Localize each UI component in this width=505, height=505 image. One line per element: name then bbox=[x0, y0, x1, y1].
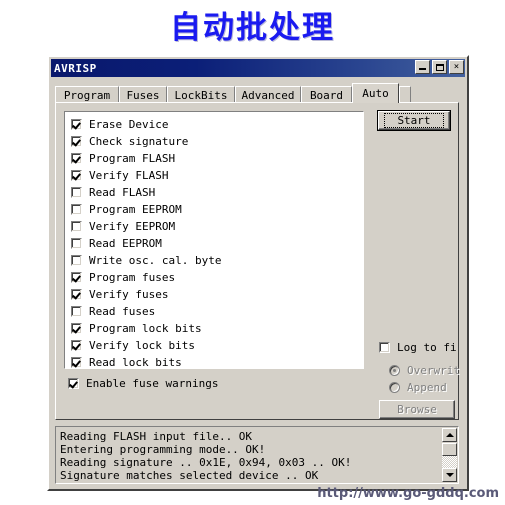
list-item[interactable]: Verify lock bits bbox=[71, 337, 363, 354]
list-item-label: Read fuses bbox=[89, 305, 156, 318]
list-item[interactable]: Read fuses bbox=[71, 303, 363, 320]
checkbox-icon[interactable] bbox=[71, 170, 82, 181]
list-item[interactable]: Read FLASH bbox=[71, 184, 363, 201]
list-item[interactable]: Verify EEPROM bbox=[71, 218, 363, 235]
avrisp-window: AVRISP × Program Fuses LockBits Advanced… bbox=[47, 55, 469, 491]
tab-advanced[interactable]: Advanced bbox=[235, 86, 301, 103]
list-item[interactable]: Verify FLASH bbox=[71, 167, 363, 184]
tab-label: Board bbox=[309, 88, 344, 102]
start-button[interactable]: Start bbox=[377, 110, 451, 131]
list-item[interactable]: Erase Device bbox=[71, 116, 363, 133]
checkbox-icon[interactable] bbox=[71, 289, 82, 300]
checkbox-icon[interactable] bbox=[71, 357, 82, 368]
list-item-label: Program fuses bbox=[89, 271, 176, 284]
list-item[interactable]: Program EEPROM bbox=[71, 201, 363, 218]
tab-program[interactable]: Program bbox=[55, 86, 119, 103]
tab-label: Auto bbox=[362, 87, 389, 100]
list-item-label: Erase Device bbox=[89, 118, 169, 131]
enable-fuse-warnings-label: Enable fuse warnings bbox=[86, 377, 219, 390]
chevron-down-icon bbox=[445, 473, 454, 477]
list-item-label: Program EEPROM bbox=[89, 203, 182, 216]
list-item[interactable]: Program fuses bbox=[71, 269, 363, 286]
scroll-up-button[interactable] bbox=[442, 428, 457, 442]
list-item[interactable]: Write osc. cal. byte bbox=[71, 252, 363, 269]
tab-label: Fuses bbox=[126, 88, 160, 102]
list-item-label: Verify EEPROM bbox=[89, 220, 176, 233]
tab-fuses[interactable]: Fuses bbox=[119, 86, 167, 103]
screenshot-root: 自动批处理 AVRISP × Program Fuses LockBits Ad… bbox=[0, 0, 505, 505]
list-item[interactable]: Check signature bbox=[71, 133, 363, 150]
tab-filler bbox=[399, 86, 411, 103]
list-item[interactable]: Program FLASH bbox=[71, 150, 363, 167]
scrollbar-track[interactable] bbox=[442, 456, 457, 468]
enable-fuse-warnings-checkbox[interactable]: Enable fuse warnings bbox=[68, 377, 218, 390]
radio-icon[interactable] bbox=[389, 365, 400, 376]
list-item-label: Read FLASH bbox=[89, 186, 156, 199]
list-item-label: Verify lock bits bbox=[89, 339, 195, 352]
log-output-panel: Reading FLASH input file.. OK Entering p… bbox=[55, 426, 459, 484]
list-item-label: Write osc. cal. byte bbox=[89, 254, 222, 267]
checkbox-icon[interactable] bbox=[379, 342, 390, 353]
close-icon: × bbox=[453, 61, 460, 72]
window-titlebar[interactable]: AVRISP × bbox=[51, 59, 465, 77]
start-button-label: Start bbox=[384, 113, 444, 128]
window-title-text: AVRISP bbox=[54, 61, 97, 75]
maximize-icon bbox=[435, 63, 444, 71]
list-item-label: Verify fuses bbox=[89, 288, 169, 301]
close-button[interactable]: × bbox=[449, 60, 464, 74]
list-item-label: Program FLASH bbox=[89, 152, 176, 165]
radio-icon[interactable] bbox=[389, 382, 400, 393]
list-item[interactable]: Read lock bits bbox=[71, 354, 363, 369]
log-output-text: Reading FLASH input file.. OK Entering p… bbox=[60, 430, 352, 482]
list-item-label: Check signature bbox=[89, 135, 189, 148]
checkbox-icon[interactable] bbox=[71, 187, 82, 198]
watermark: http://www.go-gddq.com bbox=[317, 486, 499, 501]
chevron-up-icon bbox=[445, 433, 454, 437]
list-item-label: Read lock bits bbox=[89, 356, 182, 369]
log-to-file-checkbox[interactable]: Log to fi bbox=[379, 341, 457, 354]
checkbox-icon[interactable] bbox=[71, 119, 82, 130]
log-to-file-label: Log to fi bbox=[397, 341, 457, 354]
list-item-label: Read EEPROM bbox=[89, 237, 162, 250]
list-item[interactable]: Read EEPROM bbox=[71, 235, 363, 252]
tab-lockbits[interactable]: LockBits bbox=[167, 86, 235, 103]
auto-tab-page: Erase Device Check signature Program FLA… bbox=[55, 102, 460, 420]
minimize-button[interactable] bbox=[415, 60, 430, 74]
scrollbar-thumb[interactable] bbox=[442, 443, 457, 456]
checkbox-icon[interactable] bbox=[71, 153, 82, 164]
checkbox-icon[interactable] bbox=[71, 323, 82, 334]
scroll-down-button[interactable] bbox=[442, 468, 457, 482]
tab-auto[interactable]: Auto bbox=[352, 83, 399, 103]
maximize-button[interactable] bbox=[432, 60, 447, 74]
checkbox-icon[interactable] bbox=[71, 272, 82, 283]
browse-button-label: Browse bbox=[397, 403, 437, 416]
checkbox-icon[interactable] bbox=[68, 378, 79, 389]
tab-board[interactable]: Board bbox=[301, 86, 352, 103]
minimize-icon bbox=[419, 68, 426, 70]
checkbox-icon[interactable] bbox=[71, 238, 82, 249]
overwrite-radio[interactable]: Overwrit bbox=[389, 364, 460, 377]
checkbox-icon[interactable] bbox=[71, 204, 82, 215]
list-item-label: Verify FLASH bbox=[89, 169, 169, 182]
checkbox-icon[interactable] bbox=[71, 306, 82, 317]
checkbox-icon[interactable] bbox=[71, 255, 82, 266]
operations-checklist[interactable]: Erase Device Check signature Program FLA… bbox=[64, 111, 364, 369]
overwrite-label: Overwrit bbox=[407, 364, 460, 377]
log-scrollbar[interactable] bbox=[442, 428, 457, 482]
list-item[interactable]: Program lock bits bbox=[71, 320, 363, 337]
tab-label: Program bbox=[63, 88, 111, 102]
tabstrip: Program Fuses LockBits Advanced Board Au… bbox=[55, 83, 459, 103]
window-control-buttons: × bbox=[415, 60, 464, 74]
list-item-label: Program lock bits bbox=[89, 322, 202, 335]
append-label: Append bbox=[407, 381, 447, 394]
append-radio[interactable]: Append bbox=[389, 381, 447, 394]
tab-label: Advanced bbox=[241, 88, 295, 102]
browse-button[interactable]: Browse bbox=[379, 400, 455, 419]
checkbox-icon[interactable] bbox=[71, 136, 82, 147]
checkbox-icon[interactable] bbox=[71, 340, 82, 351]
tab-label: LockBits bbox=[174, 88, 228, 102]
checkbox-icon[interactable] bbox=[71, 221, 82, 232]
list-item[interactable]: Verify fuses bbox=[71, 286, 363, 303]
page-title: 自动批处理 bbox=[170, 10, 335, 46]
